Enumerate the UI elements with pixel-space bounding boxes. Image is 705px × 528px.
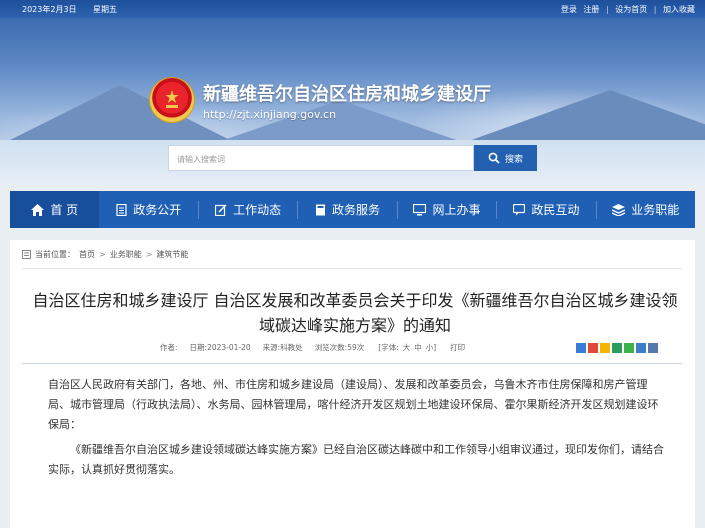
location-icon bbox=[22, 250, 31, 259]
divider bbox=[22, 363, 682, 364]
breadcrumb-prefix: 当前位置： bbox=[35, 250, 75, 259]
font-large-button[interactable]: 大 bbox=[403, 343, 411, 352]
chat-icon bbox=[513, 203, 526, 215]
nav-item-government-services[interactable]: 政务服务 bbox=[298, 191, 396, 228]
print-button[interactable]: 打印 bbox=[450, 342, 465, 353]
nav-label: 业务职能 bbox=[631, 203, 680, 217]
edit-icon bbox=[215, 203, 227, 216]
article-paragraph: 自治区人民政府有关部门，各地、州、市住房和城乡建设局（建设局）、发展和改革委员会… bbox=[48, 378, 659, 431]
article-meta: 作者: 日期:2023-01-20 来源:科教处 浏览次数:59次 [字体: 大中… bbox=[160, 342, 465, 353]
share-qzone-icon[interactable] bbox=[600, 343, 610, 353]
font-size-control: [字体: 大中小] bbox=[376, 342, 438, 353]
nav-item-work-news[interactable]: 工作动态 bbox=[199, 191, 297, 228]
divider bbox=[22, 268, 682, 269]
author-label: 作者: bbox=[160, 343, 178, 352]
breadcrumb-item-building-energy[interactable]: 建筑节能 bbox=[156, 249, 188, 260]
set-home-link[interactable]: 设为首页 bbox=[615, 5, 647, 14]
article-views: 浏览次数:59次 bbox=[315, 342, 365, 353]
nav-item-home[interactable]: 首 页 bbox=[10, 191, 100, 228]
font-size-label: [字体: bbox=[378, 343, 399, 352]
breadcrumb-separator: > bbox=[99, 250, 106, 259]
source-label: 来源: bbox=[262, 343, 281, 352]
divider: | bbox=[605, 5, 609, 14]
home-icon bbox=[31, 203, 45, 216]
register-link[interactable]: 注册 bbox=[583, 5, 599, 14]
views-value: 59次 bbox=[347, 343, 365, 352]
font-small-button[interactable]: 小] bbox=[426, 343, 436, 352]
content-panel: 当前位置： 首页 > 业务职能 > 建筑节能 自治区住房和城乡建设厅 自治区发展… bbox=[10, 240, 695, 528]
breadcrumb-separator: > bbox=[145, 250, 153, 259]
nav-label: 政务公开 bbox=[133, 203, 182, 217]
search-input[interactable]: 请输入搜索词 bbox=[168, 145, 474, 171]
breadcrumb-item-business-functions[interactable]: 业务职能 bbox=[110, 249, 142, 260]
notebook-icon bbox=[316, 204, 326, 215]
nav-label: 网上办事 bbox=[432, 203, 481, 217]
site-title[interactable]: 新疆维吾尔自治区住房和城乡建设厅 bbox=[203, 80, 491, 106]
nav-item-online-services[interactable]: 网上办事 bbox=[398, 191, 496, 228]
share-bar bbox=[576, 343, 658, 353]
favorite-link[interactable]: 加入收藏 bbox=[663, 5, 695, 14]
current-date: 2023年2月3日 bbox=[22, 5, 77, 14]
monitor-icon bbox=[413, 203, 427, 215]
main-nav: 首 页 政务公开 工作动态 政务服务 网上办事 政民互动 业务职能 bbox=[10, 191, 695, 228]
article-paragraph: 《新疆维吾尔自治区城乡建设领域碳达峰实施方案》已经自治区碳达峰碳中和工作领导小组… bbox=[48, 443, 664, 476]
views-label: 浏览次数: bbox=[314, 343, 348, 352]
search-button[interactable]: 搜索 bbox=[474, 145, 537, 171]
nav-item-public-interaction[interactable]: 政民互动 bbox=[497, 191, 595, 228]
top-bar: 2023年2月3日 星期五 登录 注册 | 设为首页 | 加入收藏 bbox=[0, 0, 705, 18]
date-label: 日期: bbox=[189, 343, 208, 352]
search-icon bbox=[488, 152, 500, 164]
breadcrumb: 当前位置： 首页 > 业务职能 > 建筑节能 bbox=[22, 249, 188, 260]
share-plus-icon[interactable] bbox=[576, 343, 586, 353]
date-value: 2023-01-20 bbox=[207, 343, 251, 352]
current-weekday: 星期五 bbox=[93, 5, 117, 14]
login-link[interactable]: 登录 bbox=[561, 5, 577, 14]
article-date: 日期:2023-01-20 bbox=[190, 342, 251, 353]
nav-item-business-functions[interactable]: 业务职能 bbox=[597, 191, 695, 228]
share-wechat-icon[interactable] bbox=[624, 343, 634, 353]
share-more-icon[interactable] bbox=[648, 343, 658, 353]
search-button-label: 搜索 bbox=[504, 153, 523, 164]
nav-label: 工作动态 bbox=[233, 203, 282, 217]
source-value: 科教处 bbox=[280, 343, 303, 352]
nav-label: 首 页 bbox=[50, 203, 79, 217]
nav-label: 政民互动 bbox=[531, 203, 580, 217]
stack-icon bbox=[612, 203, 626, 216]
divider: | bbox=[653, 5, 657, 14]
share-tencent-icon[interactable] bbox=[636, 343, 646, 353]
national-emblem-icon bbox=[150, 78, 194, 122]
nav-item-government-affairs[interactable]: 政务公开 bbox=[99, 191, 197, 228]
breadcrumb-item-home[interactable]: 首页 bbox=[79, 249, 95, 260]
nav-label: 政务服务 bbox=[332, 203, 381, 217]
share-weibo-icon[interactable] bbox=[588, 343, 598, 353]
site-url: http://zjt.xinjiang.gov.cn bbox=[203, 108, 337, 121]
document-icon bbox=[116, 203, 127, 216]
article-source: 来源:科教处 bbox=[263, 342, 303, 353]
article-title: 自治区住房和城乡建设厅 自治区发展和改革委员会关于印发《新疆维吾尔自治区城乡建设… bbox=[32, 291, 678, 335]
share-renren-icon[interactable] bbox=[612, 343, 622, 353]
font-medium-button[interactable]: 中 bbox=[414, 343, 422, 352]
